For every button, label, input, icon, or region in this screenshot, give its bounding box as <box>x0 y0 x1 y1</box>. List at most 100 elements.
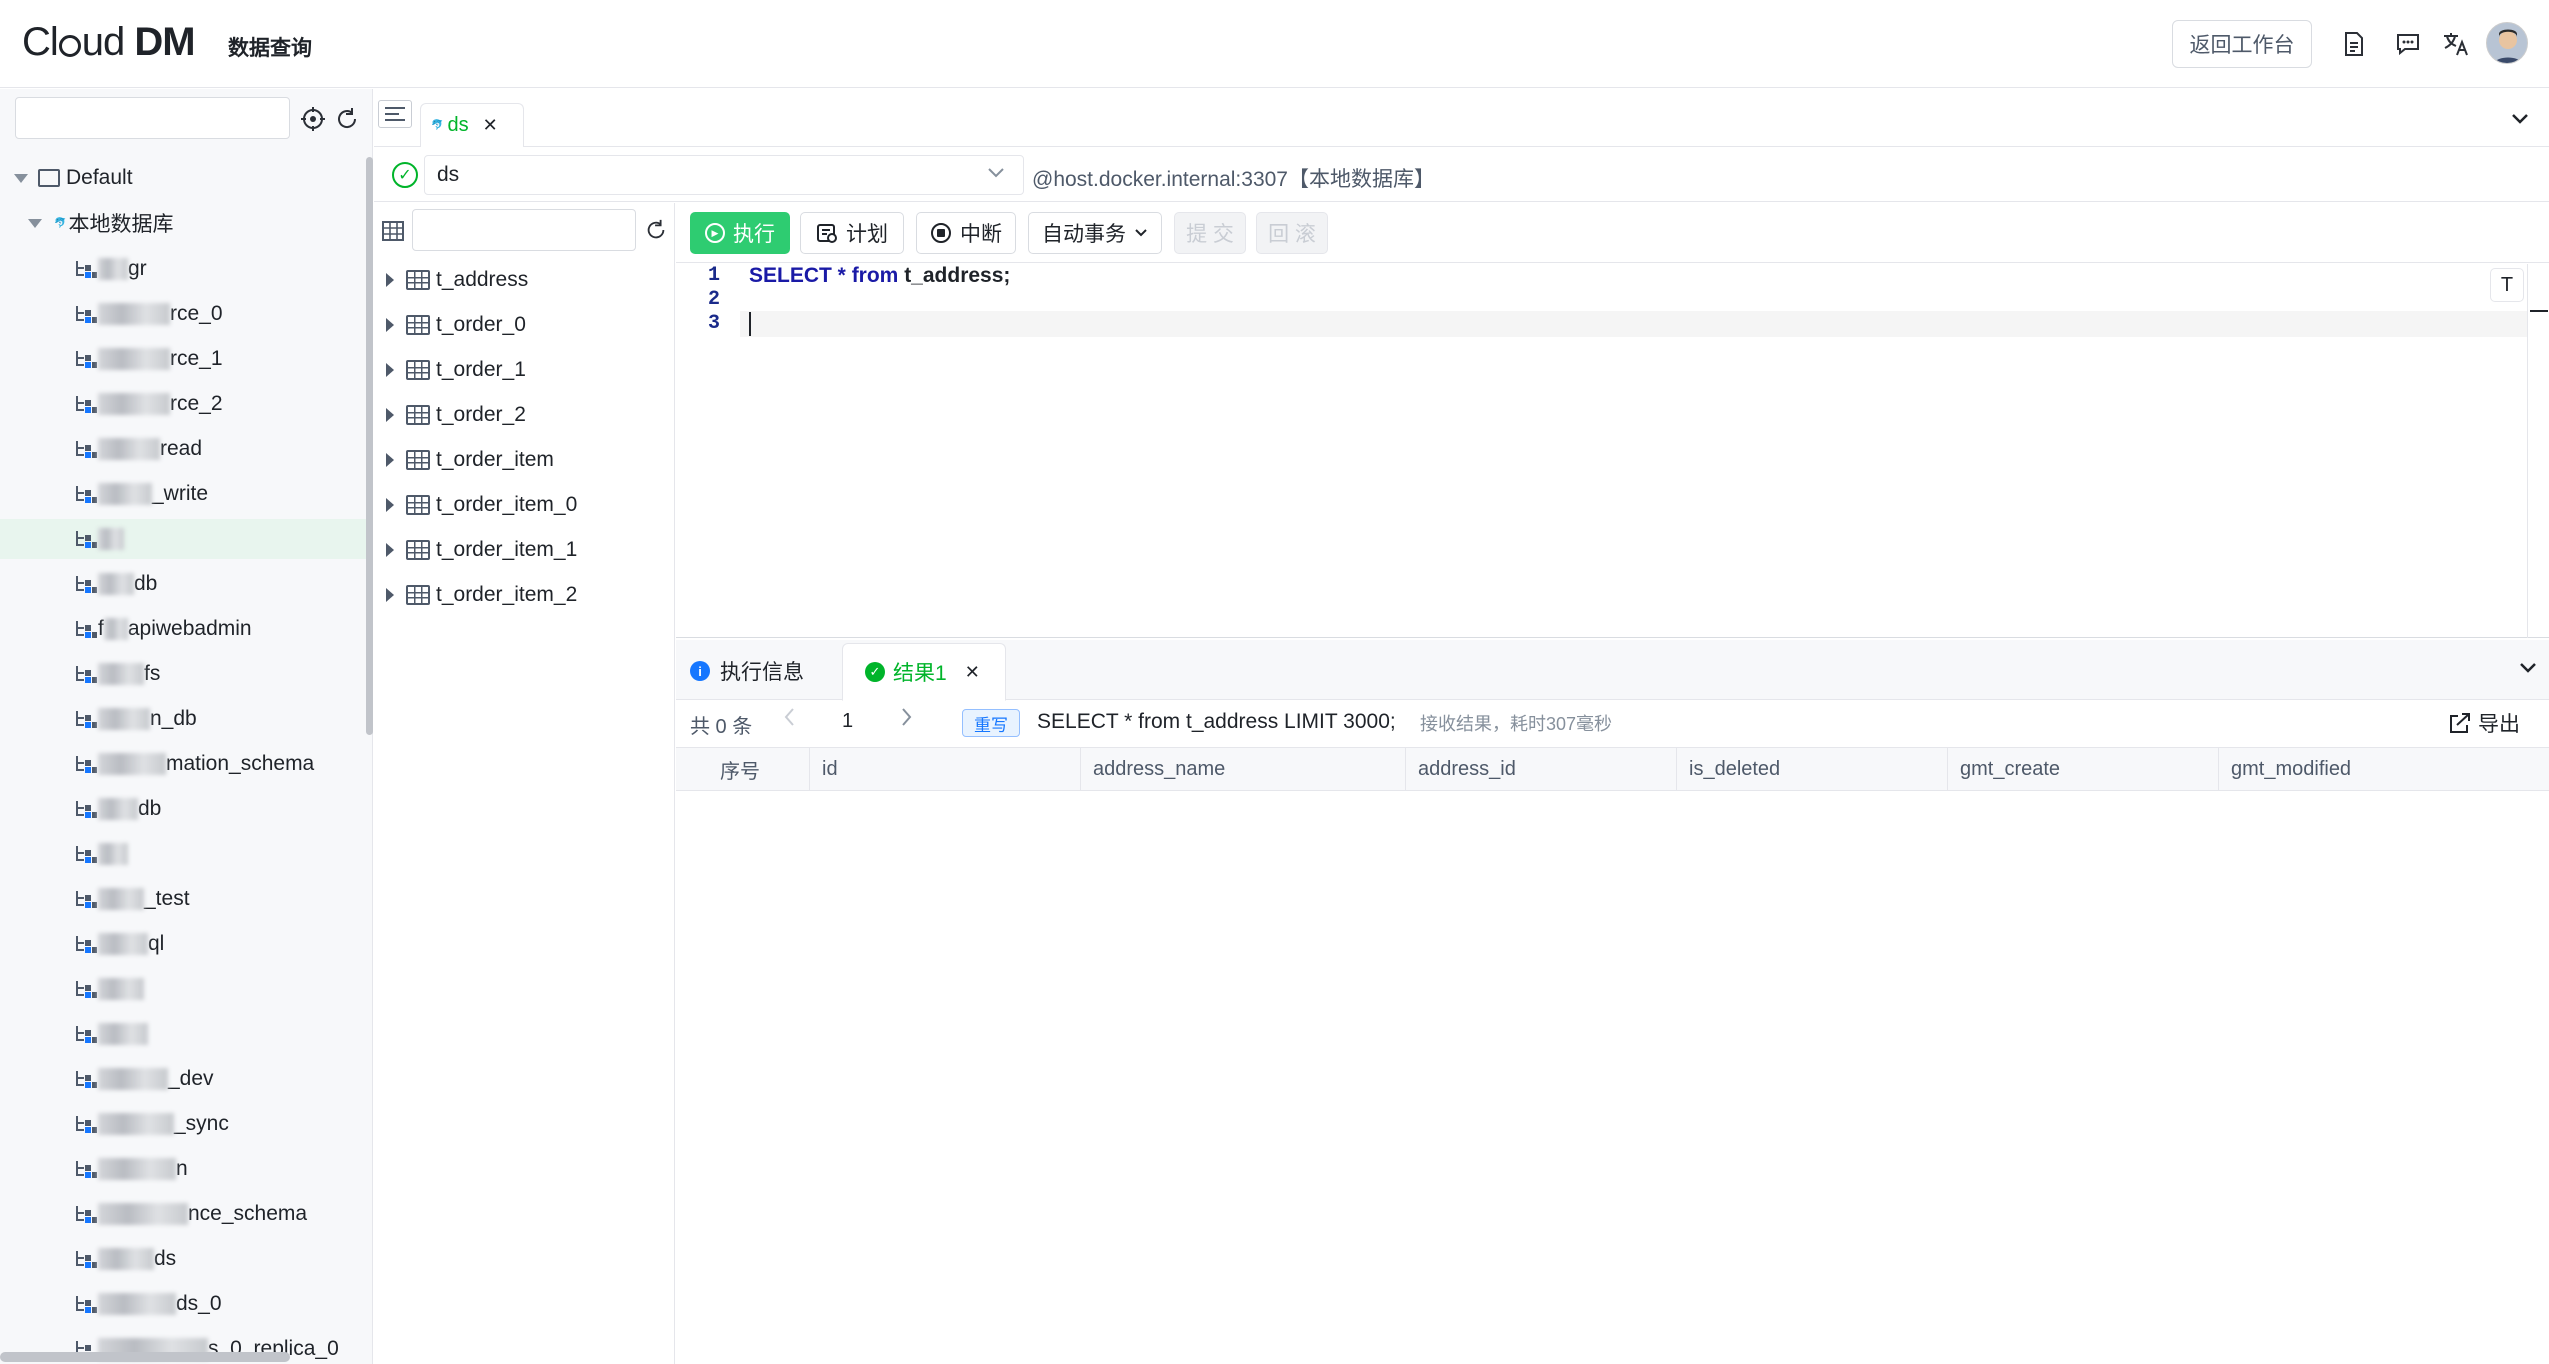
database-name-suffix: rce_0 <box>170 302 223 325</box>
tree-database-item[interactable]: read <box>0 429 366 469</box>
database-name-suffix: db <box>138 797 162 820</box>
page-number[interactable]: 1 <box>842 710 853 733</box>
table-item[interactable]: t_order_1 <box>380 350 670 390</box>
caret-right-icon[interactable] <box>386 498 394 512</box>
caret-right-icon[interactable] <box>386 543 394 557</box>
result-info-bar <box>676 701 2549 747</box>
chevron-down-icon[interactable] <box>986 160 1006 186</box>
tree-database-item[interactable]: ds_0 <box>0 1284 366 1324</box>
table-item[interactable]: t_order_item_2 <box>380 575 670 615</box>
database-name-suffix: rce_2 <box>170 392 223 415</box>
tree-database-item[interactable] <box>0 969 366 1009</box>
collapse-sidebar-icon[interactable] <box>378 100 412 128</box>
table-item[interactable]: t_order_0 <box>380 305 670 345</box>
column-header-address-id[interactable]: address_id <box>1406 747 1677 791</box>
tree-database-item[interactable]: ql <box>0 924 366 964</box>
tree-database-item[interactable]: rce_1 <box>0 339 366 379</box>
mysql-icon: 🐬 <box>54 217 67 229</box>
tree-database-item[interactable]: _dev <box>0 1059 366 1099</box>
caret-right-icon[interactable] <box>386 273 394 287</box>
column-header-address-name[interactable]: address_name <box>1081 747 1406 791</box>
table-item[interactable]: t_order_item_0 <box>380 485 670 525</box>
user-avatar[interactable] <box>2486 22 2528 64</box>
datasource-select[interactable]: ds <box>424 155 1024 195</box>
document-icon[interactable] <box>2338 28 2370 60</box>
plan-button[interactable]: 计划 <box>800 212 904 254</box>
tree-database-item[interactable]: mation_schema <box>0 744 366 784</box>
column-header-is-deleted[interactable]: is_deleted <box>1677 747 1948 791</box>
close-icon[interactable]: ✕ <box>965 662 980 683</box>
table-item-label: t_order_item <box>436 448 554 471</box>
column-header-gmt-create[interactable]: gmt_create <box>1948 747 2219 791</box>
database-schema-icon <box>74 1294 98 1314</box>
database-name-suffix: db <box>134 572 158 595</box>
tab-execution-info[interactable]: i 执行信息 <box>690 652 804 690</box>
export-button[interactable]: 导出 <box>2448 708 2520 738</box>
tree-database-item[interactable]: nce_schema <box>0 1194 366 1234</box>
caret-down-icon[interactable] <box>28 218 42 228</box>
caret-right-icon[interactable] <box>386 588 394 602</box>
refresh-icon[interactable] <box>644 218 668 242</box>
tree-database-item[interactable]: _test <box>0 879 366 919</box>
tree-database-item[interactable]: db <box>0 564 366 604</box>
tree-database-item[interactable] <box>0 519 366 559</box>
redacted-text <box>98 978 144 1001</box>
chevron-left-icon[interactable] <box>782 706 796 735</box>
locate-icon[interactable] <box>300 106 326 132</box>
table-item[interactable]: t_order_item_1 <box>380 530 670 570</box>
tree-database-item[interactable]: _write <box>0 474 366 514</box>
caret-right-icon[interactable] <box>386 363 394 377</box>
column-header-id[interactable]: id <box>810 747 1081 791</box>
rollback-button[interactable]: 回 滚 <box>1256 212 1328 254</box>
sidebar-scrollbar[interactable] <box>366 157 373 735</box>
sidebar-horizontal-scrollbar[interactable] <box>0 1352 290 1362</box>
message-icon[interactable] <box>2392 28 2424 60</box>
caret-right-icon[interactable] <box>386 453 394 467</box>
tree-root-default[interactable]: Default <box>0 158 366 198</box>
tab-ds[interactable]: 🐬 ds ✕ <box>420 103 524 147</box>
tree-database-item[interactable]: f apiwebadmin <box>0 609 366 649</box>
refresh-icon[interactable] <box>334 106 360 132</box>
tree-connection[interactable]: 🐬 本地数据库 <box>0 203 366 243</box>
translate-icon[interactable] <box>2440 28 2472 60</box>
chevron-down-icon[interactable] <box>2510 106 2530 132</box>
tree-database-item[interactable]: n_db <box>0 699 366 739</box>
format-button[interactable]: T <box>2490 268 2524 302</box>
stop-button[interactable]: 中断 <box>916 212 1016 254</box>
redacted-text <box>98 1023 148 1046</box>
table-grid-icon[interactable] <box>382 220 404 242</box>
close-icon[interactable]: ✕ <box>483 115 498 136</box>
tree-database-item[interactable]: n <box>0 1149 366 1189</box>
tree-database-item[interactable]: fs <box>0 654 366 694</box>
code-line-1[interactable]: SELECT * from t_address; <box>749 264 1010 288</box>
column-header-index[interactable]: 序号 <box>708 747 810 791</box>
back-to-workbench-button[interactable]: 返回工作台 <box>2172 20 2312 68</box>
table-item[interactable]: t_order_item <box>380 440 670 480</box>
column-header-gmt-modified[interactable]: gmt_modified <box>2219 747 2549 791</box>
commit-button[interactable]: 提 交 <box>1174 212 1246 254</box>
table-item[interactable]: t_address <box>380 260 670 300</box>
transaction-mode-select[interactable]: 自动事务 <box>1028 212 1162 254</box>
tree-database-item[interactable]: rce_2 <box>0 384 366 424</box>
redacted-text <box>98 258 128 281</box>
caret-right-icon[interactable] <box>386 408 394 422</box>
tree-database-item[interactable]: ds <box>0 1239 366 1279</box>
tab-result-1[interactable]: ✓ 结果1 ✕ <box>842 643 1006 701</box>
chevron-right-icon[interactable] <box>900 706 914 735</box>
chevron-down-icon[interactable] <box>2518 655 2538 681</box>
tree-database-label: _write <box>98 482 208 506</box>
sidebar-search-input[interactable] <box>15 97 290 139</box>
caret-down-icon[interactable] <box>14 173 28 183</box>
tree-database-item[interactable]: _sync <box>0 1104 366 1144</box>
caret-right-icon[interactable] <box>386 318 394 332</box>
tree-database-item[interactable] <box>0 834 366 874</box>
table-item[interactable]: t_order_2 <box>380 395 670 435</box>
table-search-input[interactable] <box>412 209 636 251</box>
tree-database-item[interactable]: db <box>0 789 366 829</box>
run-button[interactable]: ▶ 执行 <box>690 212 790 254</box>
tree-database-item[interactable]: gr <box>0 249 366 289</box>
cloud-dm-logo[interactable]: Cl ud DM <box>22 20 196 65</box>
tree-database-item[interactable]: rce_0 <box>0 294 366 334</box>
tree-database-item[interactable] <box>0 1014 366 1054</box>
text-cursor <box>749 312 751 336</box>
